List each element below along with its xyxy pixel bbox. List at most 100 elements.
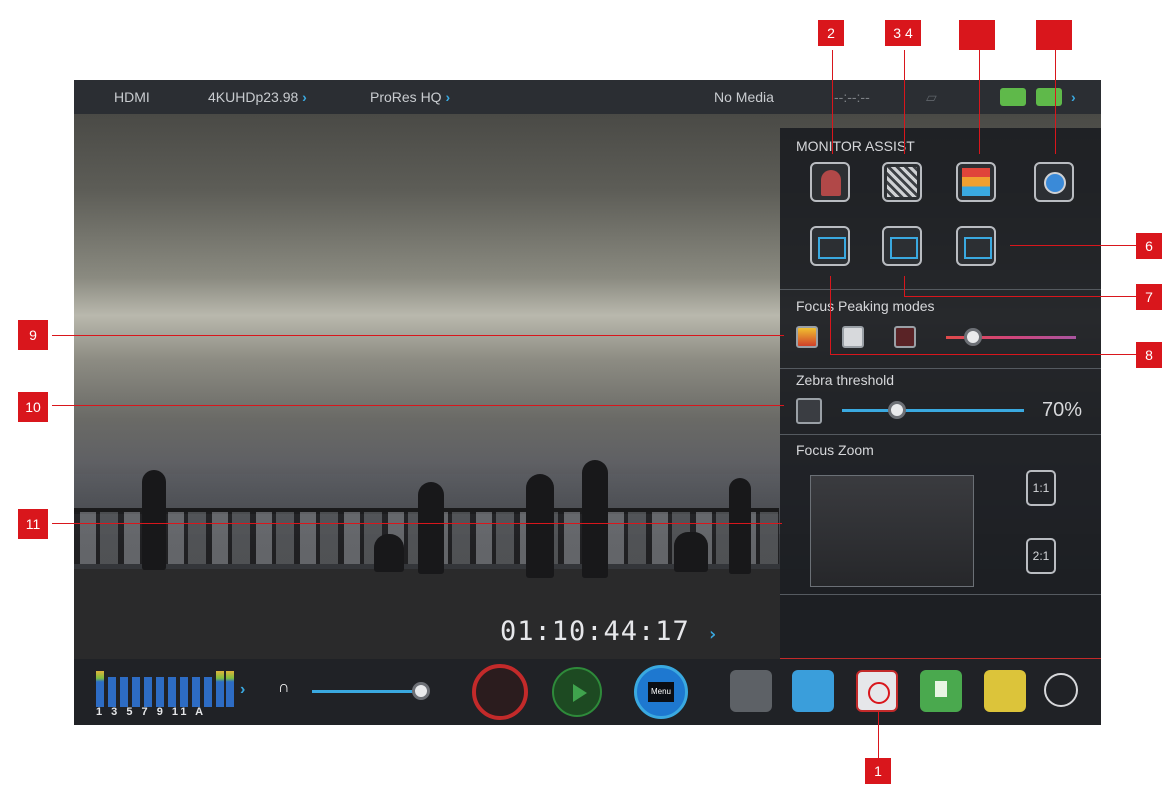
frame-guide-icon <box>818 237 846 259</box>
monitor-assist-panel: MONITOR ASSIST Focus Peaking modes Zebra… <box>780 128 1101 659</box>
callout-line-8 <box>830 354 1136 355</box>
zebra-button[interactable] <box>882 162 922 202</box>
callout-3-4: 3 4 <box>885 20 921 46</box>
zoom-1-1-button[interactable]: 1:1 <box>1026 470 1056 506</box>
callout-6: 6 <box>1136 233 1162 259</box>
menu-button[interactable]: Menu <box>634 665 688 719</box>
chevron-right-icon: › <box>445 89 451 105</box>
volume-track[interactable] <box>312 690 422 693</box>
zebra-threshold-knob[interactable] <box>887 401 906 419</box>
person-icon <box>821 170 841 196</box>
focus-zoom-preview[interactable] <box>810 475 974 587</box>
focus-peaking-button[interactable] <box>956 162 996 202</box>
volume-knob[interactable] <box>412 682 430 700</box>
disk-icon: ▱ <box>926 89 937 105</box>
divider <box>780 594 1101 595</box>
zebra-threshold-value: 70% <box>1042 399 1083 421</box>
chevron-right-icon[interactable]: › <box>240 681 245 699</box>
callout-line-7 <box>904 296 1136 297</box>
false-colour-overlay-button[interactable] <box>1034 162 1074 202</box>
callout-7: 7 <box>1136 284 1162 310</box>
frame-guides-button[interactable] <box>810 226 850 266</box>
callout-line-11 <box>52 523 782 524</box>
zebra-title: Zebra threshold <box>796 372 895 388</box>
menu-label: Menu <box>648 682 674 702</box>
tag-flag-tile[interactable] <box>920 670 962 712</box>
person-silhouette <box>374 534 404 572</box>
resolution-label: 4KUHDp23.98 <box>208 89 299 105</box>
callout-blank-b <box>1036 20 1072 50</box>
codec-label: ProRes HQ <box>370 89 442 105</box>
person-silhouette <box>582 460 608 578</box>
meter-channel-labels: 1 3 5 7 9 11 A <box>96 706 207 718</box>
callout-line-6 <box>1010 245 1136 246</box>
record-button[interactable] <box>472 664 528 720</box>
person-silhouette <box>418 482 444 574</box>
codec-setting[interactable]: ProRes HQ › <box>370 89 450 105</box>
peaking-red-mode-button[interactable] <box>894 326 916 348</box>
play-icon <box>573 684 587 702</box>
callout-line-5 <box>979 50 980 154</box>
atomos-logo-icon[interactable] <box>1044 673 1078 707</box>
battery-1-icon[interactable] <box>1000 88 1026 106</box>
crosshair-icon <box>868 682 890 704</box>
callout-line-10 <box>52 405 784 406</box>
callout-line-9 <box>52 335 784 336</box>
grid-icon <box>964 237 992 259</box>
callout-9: 9 <box>18 320 48 350</box>
resolution-setting[interactable]: 4KUHDp23.98 › <box>208 89 307 105</box>
focus-zoom-title: Focus Zoom <box>796 442 874 458</box>
timecode[interactable]: 01:10:44:17 › <box>500 616 719 647</box>
person-silhouette <box>142 470 166 570</box>
play-button[interactable] <box>552 667 602 717</box>
grid-lines-button[interactable] <box>956 226 996 266</box>
divider <box>780 368 1101 369</box>
media-status[interactable]: No Media <box>714 89 774 105</box>
callout-8: 8 <box>1136 342 1162 368</box>
safe-area-icon <box>890 237 918 259</box>
touch-tools-tile[interactable] <box>792 670 834 712</box>
playlist-tile[interactable] <box>730 670 772 712</box>
zebra-stripes-icon <box>887 167 917 197</box>
peaking-color-mode-button[interactable] <box>796 326 818 348</box>
remaining-time: --:--:-- <box>834 89 870 105</box>
false-color-button[interactable] <box>810 162 850 202</box>
peaking-sensitivity-knob[interactable] <box>964 328 982 346</box>
callout-10: 10 <box>18 392 48 422</box>
chevron-right-icon[interactable]: › <box>1071 89 1076 105</box>
overlap-circles-icon <box>1044 172 1066 194</box>
person-silhouette <box>674 532 708 572</box>
battery-2-icon[interactable] <box>1036 88 1062 106</box>
bottom-toolbar: 1 3 5 7 9 11 A › ∩ Menu <box>74 659 1101 725</box>
divider <box>780 289 1101 290</box>
monitor-assist-title: MONITOR ASSIST <box>796 138 915 154</box>
person-silhouette <box>729 478 751 574</box>
callout-line-5b <box>1055 50 1056 154</box>
callout-2: 2 <box>818 20 844 46</box>
monitor-assist-tile[interactable] <box>856 670 898 712</box>
status-bar: HDMI 4KUHDp23.98 › ProRes HQ › No Media … <box>74 80 1101 114</box>
person-silhouette <box>526 474 554 578</box>
divider <box>780 434 1101 435</box>
chevron-right-icon: › <box>707 624 719 645</box>
safe-area-button[interactable] <box>882 226 922 266</box>
callout-line-7v <box>904 276 905 296</box>
focus-peaking-title: Focus Peaking modes <box>796 298 935 314</box>
peaking-mono-mode-button[interactable] <box>842 326 864 348</box>
callout-blank-a <box>959 20 995 50</box>
flag-icon <box>935 681 947 697</box>
zebra-threshold-track[interactable] <box>842 409 1024 412</box>
callout-line-2 <box>832 50 833 154</box>
notes-tile[interactable] <box>984 670 1026 712</box>
callout-line-1 <box>878 712 879 758</box>
zoom-2-1-button[interactable]: 2:1 <box>1026 538 1056 574</box>
color-bars-icon <box>962 168 990 196</box>
chevron-right-icon: › <box>302 89 307 105</box>
headphone-icon[interactable]: ∩ <box>278 679 290 697</box>
zebra-toggle[interactable] <box>796 398 822 424</box>
callout-line-8v <box>830 276 831 354</box>
atomos-monitor-screen: HDMI 4KUHDp23.98 › ProRes HQ › No Media … <box>74 80 1101 725</box>
input-source[interactable]: HDMI <box>114 89 150 105</box>
callout-line-3-4 <box>904 50 905 154</box>
callout-1: 1 <box>865 758 891 784</box>
